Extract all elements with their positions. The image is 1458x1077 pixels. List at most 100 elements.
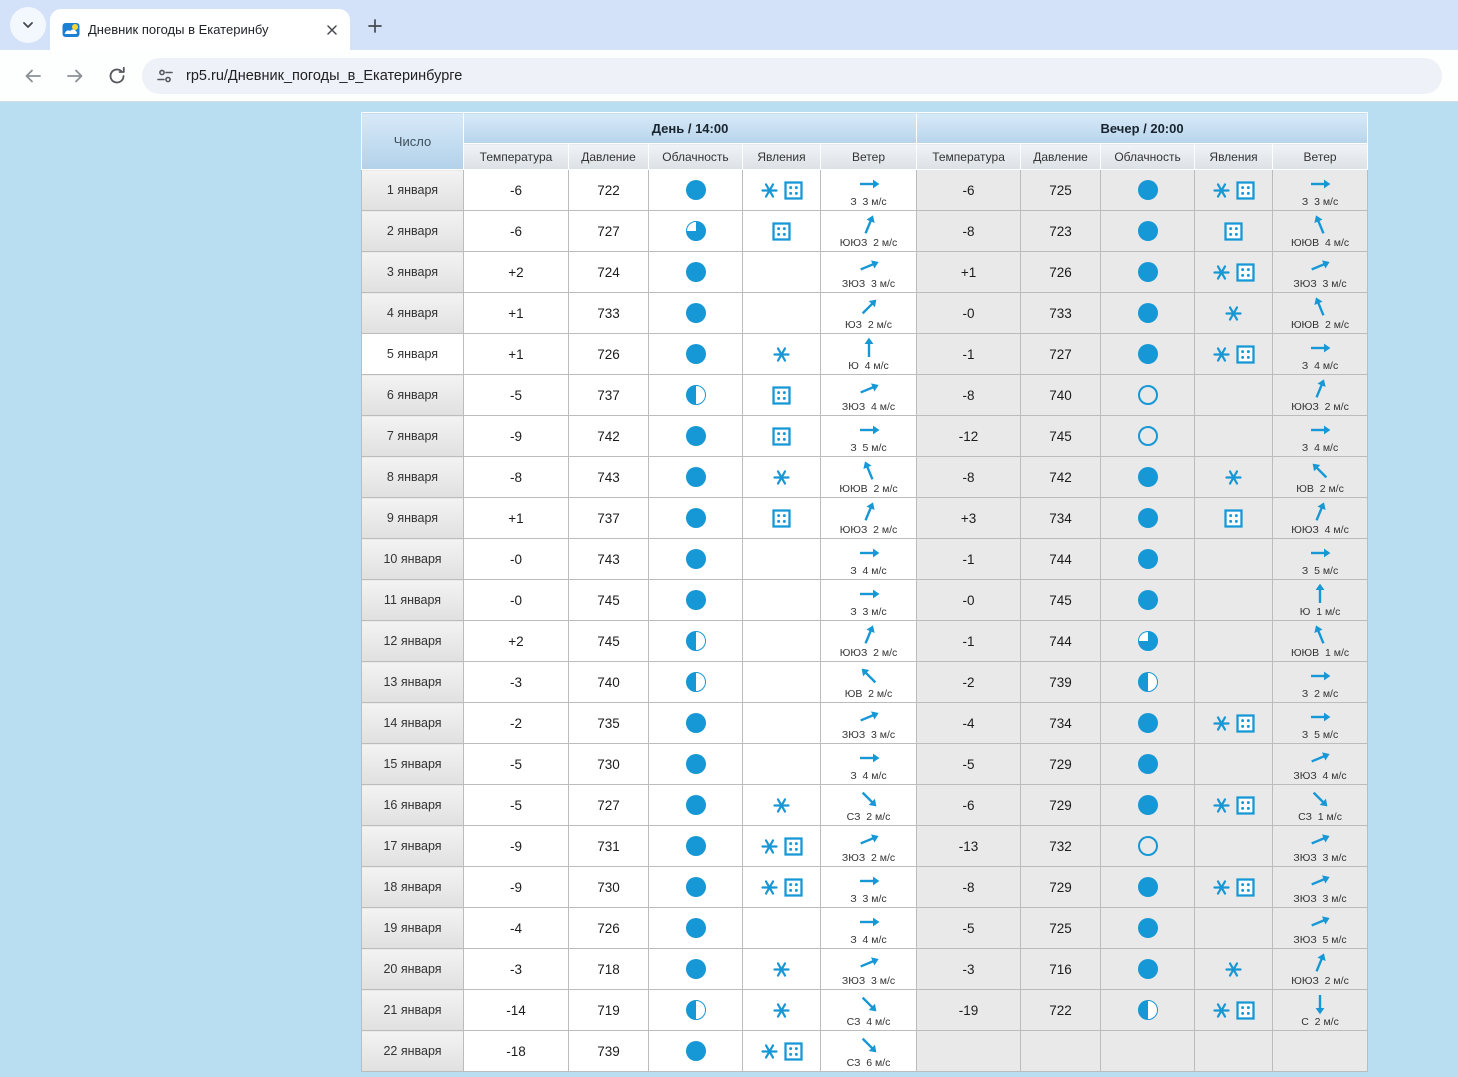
wind-indicator: ЗЮЗ 3 м/с: [1273, 869, 1367, 905]
cloudiness-cell-evening: [1100, 661, 1196, 703]
cloud-overcast-icon: [685, 426, 706, 446]
phenomena-icons: [1195, 262, 1272, 282]
cloud-overcast-icon: [1137, 303, 1158, 323]
temperature-cell-day: -3: [463, 948, 569, 990]
temperature-cell-day: -8: [463, 456, 569, 498]
temperature-cell-day: -5: [463, 374, 569, 416]
wind-label: ЗЮЗ 2 м/с: [841, 852, 896, 865]
back-arrow-icon: [25, 69, 41, 82]
wind-cell-day: З 5 м/с: [819, 415, 918, 457]
wind-arrow-icon: [1314, 625, 1325, 645]
cloud-half-icon: [1137, 672, 1158, 692]
date-cell: 18 января: [361, 866, 464, 908]
cloud-overcast-icon: [685, 1041, 706, 1061]
pressure-cell-day: 727: [568, 210, 649, 252]
cloud-overcast-icon: [685, 262, 706, 282]
snow-dots-box-icon: [1236, 262, 1255, 282]
wind-indicator: З 4 м/с: [1273, 336, 1367, 372]
cloud-overcast-icon: [1137, 795, 1158, 815]
plus-icon: [368, 19, 382, 33]
wind-indicator: ЗЮЗ 4 м/с: [821, 377, 916, 413]
temperature-cell-day: +2: [463, 251, 569, 293]
browser-tab-strip: Дневник погоды в Екатеринбу: [0, 0, 1458, 50]
wind-label: ЗЮЗ 4 м/с: [841, 401, 896, 414]
temperature-cell-evening: -1: [916, 620, 1022, 662]
wind-cell-evening: ЗЮЗ 4 м/с: [1272, 743, 1369, 785]
cloudiness-cell-evening: [1100, 333, 1196, 375]
cloudiness-cell-day: [648, 661, 743, 703]
table-row: 10 января -0 743 З 4 м/с -1 744 З 5 м/с: [361, 538, 1369, 580]
wind-arrow-icon: [859, 753, 879, 763]
phenomena-icons: [1195, 344, 1272, 364]
phenomena-icons: [1195, 304, 1272, 323]
wind-label: Ю 4 м/с: [848, 360, 889, 373]
wind-cell-day: СЗ 6 м/с: [819, 1030, 918, 1072]
date-cell: 11 января: [361, 579, 464, 621]
address-bar[interactable]: rp5.ru/Дневник_погоды_в_Екатеринбурге: [142, 57, 1442, 94]
cloud-clear-icon: [1137, 426, 1158, 446]
cloud-mostly-icon: [1137, 631, 1158, 651]
table-row: 21 января -14 719 СЗ 4 м/с -19 722 С 2 м/с: [361, 989, 1369, 1031]
cloudiness-cell-day: [648, 989, 743, 1031]
page-content: Число День / 14:00 Вечер / 20:00 Темпера…: [0, 102, 1458, 1077]
date-cell: 1 января: [361, 169, 464, 211]
wind-label: З 3 м/с: [850, 196, 887, 209]
wind-label: ЗЮЗ 3 м/с: [1293, 893, 1347, 906]
snow-dots-box-icon: [784, 836, 803, 856]
snow-dots-box-icon: [784, 180, 803, 200]
temperature-cell-evening: -8: [916, 374, 1022, 416]
wind-cell-day: З 4 м/с: [819, 907, 918, 949]
wind-arrow-icon: [1311, 752, 1330, 763]
phenomena-icons: [743, 345, 820, 364]
temperature-cell-day: -5: [463, 743, 569, 785]
wind-arrow-icon: [861, 1038, 876, 1053]
cloudiness-cell-day: [648, 866, 743, 908]
temperature-cell-evening: -19: [916, 989, 1022, 1031]
temperature-cell-evening: -6: [916, 169, 1022, 211]
wind-indicator: З 4 м/с: [821, 910, 916, 946]
wind-indicator: ЗЮЗ 3 м/с: [821, 254, 916, 290]
cloudiness-cell-day: [648, 374, 743, 416]
wind-indicator: ЮЮЗ 2 м/с: [821, 213, 916, 249]
phenomena-icons: [743, 385, 820, 405]
forward-button[interactable]: [58, 59, 92, 93]
wind-indicator: ЗЮЗ 3 м/с: [821, 951, 916, 987]
temperature-cell-evening: -5: [916, 743, 1022, 785]
cloud-overcast-icon: [685, 754, 706, 774]
cloudiness-cell-evening: [1100, 948, 1196, 990]
wind-label: ЮЮВ 2 м/с: [839, 483, 898, 496]
snowflake-icon: [773, 469, 790, 485]
phenomena-cell-day: [742, 169, 821, 211]
site-settings-icon[interactable]: [156, 67, 174, 85]
tab-close-button[interactable]: [322, 20, 342, 40]
date-cell: 21 января: [361, 989, 464, 1031]
snow-dots-box-icon: [1236, 713, 1255, 733]
phenomena-cell-evening: [1194, 456, 1274, 498]
cloudiness-cell-evening: [1100, 866, 1196, 908]
pressure-cell-day: 735: [568, 702, 649, 744]
reload-button[interactable]: [100, 59, 134, 93]
browser-tab[interactable]: Дневник погоды в Екатеринбу: [50, 9, 350, 50]
chevron-down-icon: [23, 22, 33, 28]
wind-label: З 4 м/с: [1301, 442, 1339, 455]
new-tab-button[interactable]: [360, 11, 390, 41]
snow-dots-box-icon: [772, 426, 791, 446]
wind-indicator: ЗЮЗ 3 м/с: [1273, 828, 1367, 864]
phenomena-cell-day: [742, 538, 821, 580]
wind-arrow-icon: [1311, 916, 1330, 927]
tab-search-button[interactable]: [10, 7, 46, 43]
snowflake-icon: [1213, 715, 1230, 731]
wind-cell-evening: ЮЮЗ 2 м/с: [1272, 374, 1369, 416]
phenomena-cell-day: [742, 1030, 821, 1072]
table-row: 20 января -3 718 ЗЮЗ 3 м/с -3 716 ЮЮЗ 2 м/с: [361, 948, 1369, 990]
wind-arrow-icon: [1311, 425, 1331, 435]
pressure-cell-evening: 723: [1020, 210, 1102, 252]
wind-label: ЮЮВ 4 м/с: [1290, 237, 1350, 250]
phenomena-cell-day: [742, 989, 821, 1031]
phenomena-icons: [743, 426, 820, 446]
wind-indicator: ЗЮЗ 3 м/с: [1273, 254, 1367, 290]
cloud-overcast-icon: [685, 590, 706, 610]
back-button[interactable]: [16, 59, 50, 93]
pressure-cell-day: 733: [568, 292, 649, 334]
wind-arrow-icon: [859, 383, 879, 394]
